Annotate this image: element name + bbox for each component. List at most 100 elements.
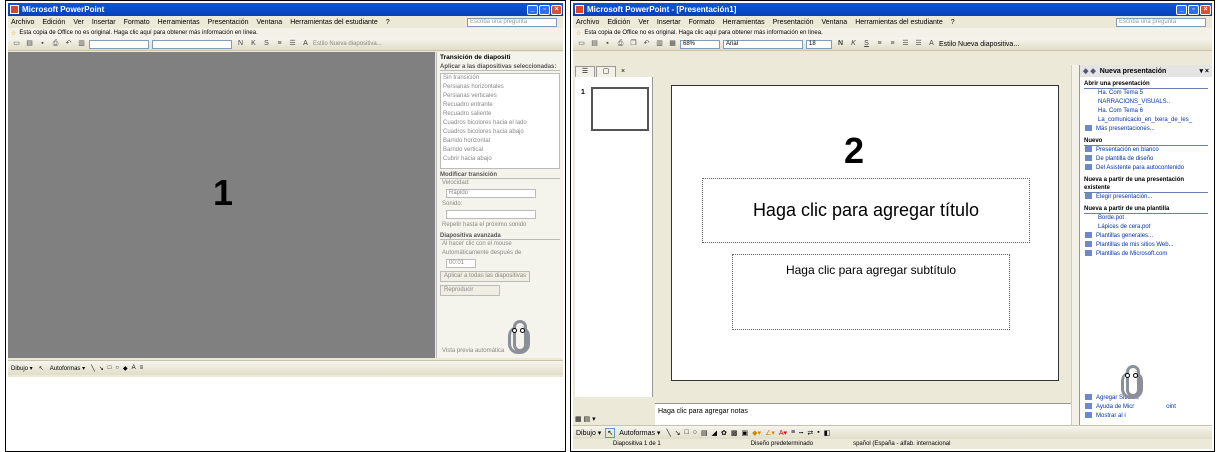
close-pane-icon[interactable]: × bbox=[621, 68, 625, 75]
arrow-style-icon[interactable]: ⇄ bbox=[807, 429, 813, 437]
menu-ver[interactable]: Ver bbox=[638, 19, 649, 26]
new-icon[interactable]: ▭ bbox=[576, 39, 587, 49]
menu-help[interactable]: ? bbox=[951, 19, 955, 26]
center-icon[interactable]: ≡ bbox=[887, 39, 898, 49]
show-startup-checkbox[interactable]: Mostrar al i bbox=[1084, 412, 1176, 421]
chart-icon[interactable]: ▥ bbox=[654, 39, 665, 49]
view-buttons[interactable]: ▦ ▤ ▾ bbox=[575, 415, 596, 423]
menu-presentacion[interactable]: Presentación bbox=[208, 19, 249, 26]
line-style-icon[interactable]: ≡ bbox=[791, 429, 795, 436]
list-item[interactable]: Sin transición bbox=[441, 74, 559, 83]
list-item[interactable]: Cubrir hacia abajo bbox=[441, 155, 559, 164]
menu-ventana[interactable]: Ventana bbox=[257, 19, 283, 26]
close-button[interactable]: × bbox=[551, 4, 562, 15]
microsoft-templates-link[interactable]: Plantillas de Microsoft.com bbox=[1084, 250, 1208, 259]
new-icon[interactable]: ▭ bbox=[11, 39, 22, 49]
shadow-icon[interactable]: ▪ bbox=[817, 429, 819, 436]
list-item[interactable]: Recuadro saliente bbox=[441, 110, 559, 119]
menu-edicion[interactable]: Edición bbox=[42, 19, 65, 26]
restore-button[interactable]: ▫ bbox=[1188, 4, 1199, 15]
align-left-icon[interactable]: ≡ bbox=[874, 39, 885, 49]
save-icon[interactable]: ▪ bbox=[37, 39, 48, 49]
underline-icon[interactable]: S bbox=[861, 39, 872, 49]
menu-archivo[interactable]: Archivo bbox=[576, 19, 599, 26]
menu-ventana[interactable]: Ventana bbox=[822, 19, 848, 26]
line-icon[interactable]: ╲ bbox=[91, 365, 95, 372]
list-item[interactable]: Barrido vertical bbox=[441, 146, 559, 155]
info-bar[interactable]: ☆ Esta copia de Office no es original. H… bbox=[8, 28, 563, 38]
menu-formato[interactable]: Formato bbox=[124, 19, 150, 26]
bold-icon[interactable]: N bbox=[835, 39, 846, 49]
draw-menu-button[interactable]: Dibujo ▾ bbox=[11, 365, 33, 372]
menu-insertar[interactable]: Insertar bbox=[92, 19, 116, 26]
autocontent-wizard-link[interactable]: Del Asistente para autocontenido bbox=[1084, 164, 1208, 173]
recent-file[interactable]: La_comunicacio_en_lxera_de_les_ bbox=[1084, 116, 1208, 125]
numbering-icon[interactable]: ☰ bbox=[900, 39, 911, 49]
picture-icon[interactable]: ▣ bbox=[742, 429, 749, 437]
menu-herramientas-estudiante[interactable]: Herramientas del estudiante bbox=[855, 19, 943, 26]
recent-file[interactable]: NARRACIONS_VISUALS.. bbox=[1084, 98, 1208, 107]
menu-presentacion[interactable]: Presentación bbox=[773, 19, 814, 26]
tab-outline[interactable]: ☰ bbox=[575, 65, 595, 77]
3d-icon[interactable]: ◧ bbox=[824, 429, 831, 437]
help-link[interactable]: Ayuda de Micr oint bbox=[1084, 403, 1176, 412]
rectangle-icon[interactable]: □ bbox=[685, 429, 689, 436]
notes-pane[interactable]: Haga clic para agregar notas bbox=[655, 403, 1071, 425]
slide-thumbnail[interactable] bbox=[591, 87, 649, 131]
menu-help[interactable]: ? bbox=[386, 19, 390, 26]
oval-icon[interactable]: ○ bbox=[115, 365, 119, 371]
general-templates-link[interactable]: Plantillas generales... bbox=[1084, 232, 1208, 241]
font-color-icon[interactable]: A▾ bbox=[779, 429, 787, 437]
table-icon[interactable]: ▦ bbox=[667, 39, 678, 49]
sound-select[interactable] bbox=[446, 210, 536, 219]
toolbar-extra[interactable]: Estilo Nueva diapositiva... bbox=[939, 41, 1019, 48]
toolbar-extra[interactable]: Estilo Nueva diapositiva... bbox=[313, 41, 382, 47]
fill-color-icon[interactable]: ◆▾ bbox=[752, 429, 761, 437]
arrow-icon[interactable]: ↘ bbox=[675, 429, 681, 437]
rectangle-icon[interactable]: □ bbox=[108, 365, 112, 371]
close-pane-icon[interactable]: ▾ × bbox=[1199, 67, 1209, 75]
ask-question-input[interactable]: Escriba una pregunta bbox=[467, 17, 557, 27]
underline-icon[interactable]: S bbox=[261, 39, 272, 49]
select-arrow-icon[interactable]: ↖ bbox=[605, 427, 616, 438]
textbox-icon[interactable]: ▤ bbox=[701, 429, 708, 437]
menu-ver[interactable]: Ver bbox=[73, 19, 84, 26]
autoshapes-button[interactable]: Autoformas ▾ bbox=[50, 365, 85, 372]
office-assistant-clippy-icon[interactable] bbox=[503, 320, 537, 356]
menu-herramientas[interactable]: Herramientas bbox=[158, 19, 200, 26]
copy-icon[interactable]: ❐ bbox=[628, 39, 639, 49]
menu-insertar[interactable]: Insertar bbox=[657, 19, 681, 26]
font-color-icon[interactable]: A bbox=[132, 365, 136, 371]
font-size-icon[interactable]: A bbox=[926, 39, 937, 49]
slide-canvas[interactable]: 2 Haga clic para agregar título Haga cli… bbox=[671, 85, 1059, 381]
fill-color-icon[interactable]: ◆ bbox=[123, 365, 128, 372]
list-item[interactable]: Cuadros bicolores hacia el lado bbox=[441, 119, 559, 128]
arrow-icon[interactable]: ↘ bbox=[99, 365, 104, 372]
list-item[interactable]: Cuadros bicolores hacia abajo bbox=[441, 128, 559, 137]
list-item[interactable]: Persianas verticales bbox=[441, 92, 559, 101]
save-icon[interactable]: ▪ bbox=[602, 39, 613, 49]
time-stepper[interactable]: 00:01 bbox=[446, 259, 476, 268]
apply-all-button[interactable]: Aplicar a todas las diapositivas bbox=[440, 271, 530, 282]
autoshapes-button[interactable]: Autoformas ▾ bbox=[619, 429, 660, 437]
font-size-select[interactable]: 18 bbox=[806, 39, 832, 49]
recent-file[interactable]: Ha. Com Tema 6 bbox=[1084, 107, 1208, 116]
bullets-icon[interactable]: ☰ bbox=[287, 39, 298, 49]
undo-icon[interactable]: ↶ bbox=[63, 39, 74, 49]
info-bar[interactable]: ☆ Esta copia de Office no es original. H… bbox=[573, 28, 1212, 38]
oval-icon[interactable]: ○ bbox=[693, 429, 697, 436]
line-style-icon[interactable]: ≡ bbox=[140, 365, 144, 371]
select-arrow-icon[interactable]: ↖ bbox=[39, 365, 44, 372]
italic-icon[interactable]: K bbox=[248, 39, 259, 49]
tab-slides[interactable]: ▢ bbox=[596, 65, 616, 77]
font-select[interactable] bbox=[152, 39, 232, 49]
font-size-icon[interactable]: A bbox=[300, 39, 311, 49]
more-presentations-link[interactable]: Más presentaciones... bbox=[1084, 125, 1208, 134]
title-placeholder[interactable]: Haga clic para agregar título bbox=[702, 178, 1030, 243]
clipart-icon[interactable]: ▩ bbox=[731, 429, 738, 437]
subtitle-placeholder[interactable]: Haga clic para agregar subtítulo bbox=[732, 254, 1010, 330]
office-assistant-clippy-icon[interactable] bbox=[1116, 365, 1150, 401]
play-button[interactable]: Reproducir bbox=[440, 285, 500, 296]
template-file[interactable]: Borde.pot bbox=[1084, 214, 1208, 223]
chart-icon[interactable]: ▥ bbox=[76, 39, 87, 49]
